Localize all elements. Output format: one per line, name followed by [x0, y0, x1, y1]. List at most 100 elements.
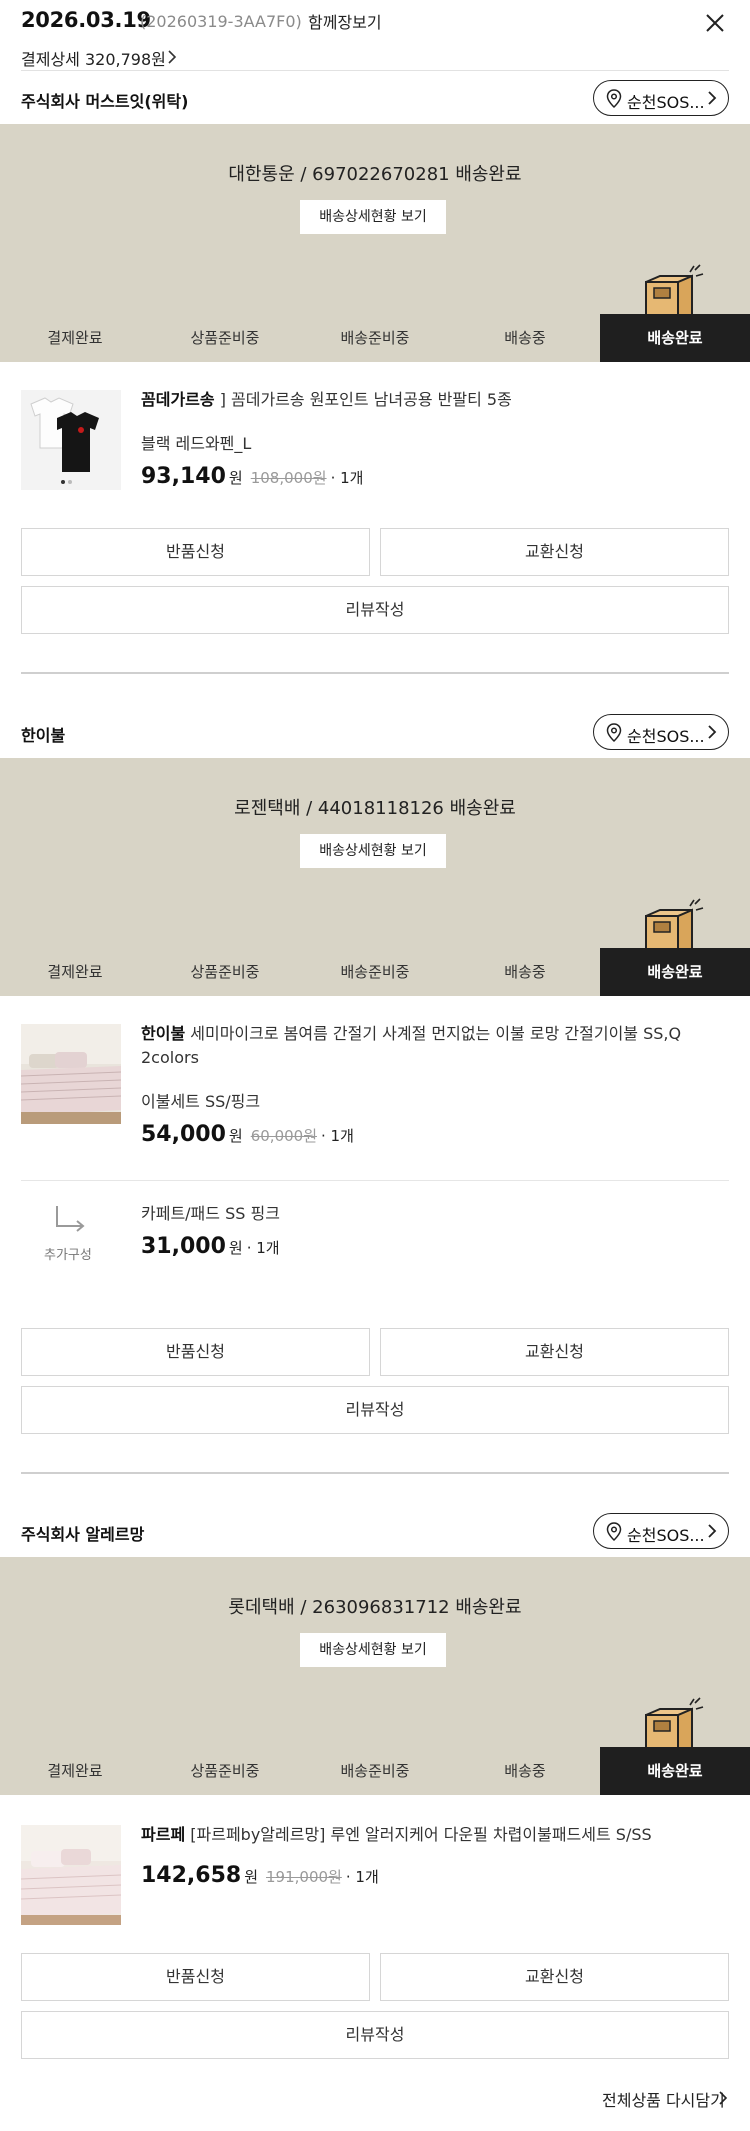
divider: [21, 1180, 729, 1181]
chevron-right-icon: [708, 1524, 717, 1538]
step-delivered: 배송완료: [600, 1747, 750, 1795]
product-thumbnail[interactable]: [21, 390, 121, 490]
location-button[interactable]: 순천SOS...: [593, 714, 729, 750]
seller-header: 주식회사 머스트잇(위탁) 순천SOS...: [0, 74, 750, 124]
review-button[interactable]: 리뷰작성: [21, 586, 729, 634]
original-price: 108,000원: [250, 469, 327, 487]
exchange-button[interactable]: 교환신청: [380, 528, 729, 576]
seller-name: 주식회사 알레르망: [21, 1525, 145, 1544]
step-preparing-product: 상품준비중: [190, 1762, 260, 1780]
quantity: · 1개: [345, 1868, 379, 1886]
bedding-image: [21, 1825, 121, 1925]
delivery-detail-button[interactable]: 배송상세현황 보기: [300, 1633, 446, 1667]
seller-name: 한이불: [21, 726, 66, 745]
addon-title: 카페트/패드 SS 핑크: [141, 1204, 280, 1223]
quantity: · 1개: [321, 1127, 354, 1145]
quantity: · 1개: [330, 469, 364, 487]
step-shipping: 배송중: [504, 963, 546, 981]
product-brand: 꼼데가르송: [141, 390, 215, 409]
order-header: 2026.03.19 (20260319-3AA7F0) 함께장보기 결제상세 …: [0, 0, 750, 71]
product-price: 93,140: [141, 464, 226, 489]
carrier-tracking: 롯데택배 / 263096831712 배송완료: [228, 1597, 522, 1618]
step-delivered: 배송완료: [600, 948, 750, 996]
quantity: · 1개: [246, 1239, 280, 1257]
tshirt-image: [21, 390, 121, 490]
divider: [21, 70, 729, 71]
product-name: [파르페by알레르망] 루엔 알러지케어 다운필 차렵이불패드세트 S/SS: [185, 1825, 652, 1844]
bedding-image: [21, 1024, 121, 1124]
review-button[interactable]: 리뷰작성: [21, 2011, 729, 2059]
step-preparing-shipping: 배송준비중: [340, 329, 410, 347]
close-icon[interactable]: [700, 8, 730, 38]
return-button[interactable]: 반품신청: [21, 1953, 370, 2001]
carrier-tracking: 로젠택배 / 44018118126 배송완료: [234, 798, 516, 819]
order-code: (20260319-3AA7F0): [140, 12, 302, 31]
currency-unit: 원: [228, 1239, 243, 1257]
product-brand: 파르페: [141, 1825, 186, 1844]
chevron-right-icon: [708, 91, 717, 105]
location-label: 순천SOS...: [627, 93, 705, 112]
sub-item-arrow-icon: [56, 1206, 85, 1232]
location-pin-icon: [606, 1522, 622, 1541]
step-preparing-shipping: 배송준비중: [340, 1762, 410, 1780]
step-preparing-product: 상품준비중: [190, 329, 260, 347]
currency-unit: 원: [244, 1868, 259, 1886]
product-price: 54,000: [141, 1122, 226, 1147]
product-price-row: 93,140 원 108,000원 · 1개: [141, 464, 363, 494]
delivery-status-panel: 대한통운 / 697022670281 배송완료 배송상세현황 보기 결제완료 …: [0, 124, 750, 362]
step-shipping: 배송중: [504, 1762, 546, 1780]
together-shopping-link[interactable]: 함께장보기: [308, 9, 382, 33]
product-title[interactable]: 파르페 [파르페by알레르망] 루엔 알러지케어 다운필 차렵이불패드세트 S/…: [141, 1823, 731, 1847]
seller-header: 주식회사 알레르망 순천SOS...: [0, 1507, 750, 1557]
chevron-right-icon: [708, 725, 717, 739]
delivery-steps: 결제완료 상품준비중 배송준비중 배송중 배송완료: [0, 314, 750, 362]
currency-unit: 원: [228, 469, 243, 487]
location-button[interactable]: 순천SOS...: [593, 1513, 729, 1549]
delivery-status-panel: 롯데택배 / 263096831712 배송완료 배송상세현황 보기 결제완료 …: [0, 1557, 750, 1795]
product-option: 블랙 레드와펜_L: [141, 434, 252, 453]
payment-detail-link[interactable]: 결제상세 320,798원: [21, 46, 166, 70]
product-thumbnail[interactable]: [21, 1825, 121, 1925]
location-label: 순천SOS...: [627, 1526, 705, 1545]
product-price-row: 54,000 원 60,000원 · 1개: [141, 1122, 354, 1152]
product-name: ] 꼼데가르송 원포인트 남녀공용 반팔티 5종: [214, 390, 512, 409]
step-preparing-shipping: 배송준비중: [340, 963, 410, 981]
product-price: 142,658: [141, 1863, 242, 1888]
seller-name: 주식회사 머스트잇(위탁): [21, 92, 189, 111]
delivery-detail-button[interactable]: 배송상세현황 보기: [300, 834, 446, 868]
chevron-right-icon: [168, 50, 177, 64]
step-preparing-product: 상품준비중: [190, 963, 260, 981]
location-pin-icon: [606, 89, 622, 108]
exchange-button[interactable]: 교환신청: [380, 1328, 729, 1376]
carrier-tracking: 대한통운 / 697022670281 배송완료: [228, 164, 522, 185]
reorder-all-link[interactable]: 전체상품 다시담기: [602, 2087, 725, 2111]
product-name: 세미마이크로 봄여름 간절기 사계절 먼지없는 이불 로망 간절기이불 SS,Q…: [141, 1024, 682, 1067]
step-paid: 결제완료: [47, 329, 103, 347]
exchange-button[interactable]: 교환신청: [380, 1953, 729, 2001]
addon-price: 31,000: [141, 1234, 226, 1259]
package-box-icon: [645, 1697, 704, 1751]
step-delivered: 배송완료: [600, 314, 750, 362]
product-price-row: 142,658 원 191,000원 · 1개: [141, 1863, 379, 1893]
return-button[interactable]: 반품신청: [21, 1328, 370, 1376]
original-price: 60,000원: [250, 1127, 318, 1145]
order-date: 2026.03.19: [21, 8, 151, 32]
product-thumbnail[interactable]: [21, 1024, 121, 1124]
return-button[interactable]: 반품신청: [21, 528, 370, 576]
section-divider: [21, 1472, 729, 1474]
delivery-detail-button[interactable]: 배송상세현황 보기: [300, 200, 446, 234]
location-button[interactable]: 순천SOS...: [593, 80, 729, 116]
product-option: 이불세트 SS/핑크: [141, 1092, 261, 1111]
package-box-icon: [645, 264, 704, 318]
seller-header: 한이불 순천SOS...: [0, 708, 750, 758]
delivery-steps: 결제완료 상품준비중 배송준비중 배송중 배송완료: [0, 948, 750, 996]
chevron-right-icon: [719, 2091, 728, 2105]
addon-label: 추가구성: [44, 1248, 92, 1263]
product-title[interactable]: 꼼데가르송 ] 꼼데가르송 원포인트 남녀공용 반팔티 5종: [141, 388, 731, 412]
product-title[interactable]: 한이불 세미마이크로 봄여름 간절기 사계절 먼지없는 이불 로망 간절기이불 …: [141, 1022, 731, 1070]
product-brand: 한이불: [141, 1024, 186, 1043]
review-button[interactable]: 리뷰작성: [21, 1386, 729, 1434]
step-paid: 결제완료: [47, 963, 103, 981]
delivery-steps: 결제완료 상품준비중 배송준비중 배송중 배송완료: [0, 1747, 750, 1795]
original-price: 191,000원: [266, 1868, 342, 1886]
